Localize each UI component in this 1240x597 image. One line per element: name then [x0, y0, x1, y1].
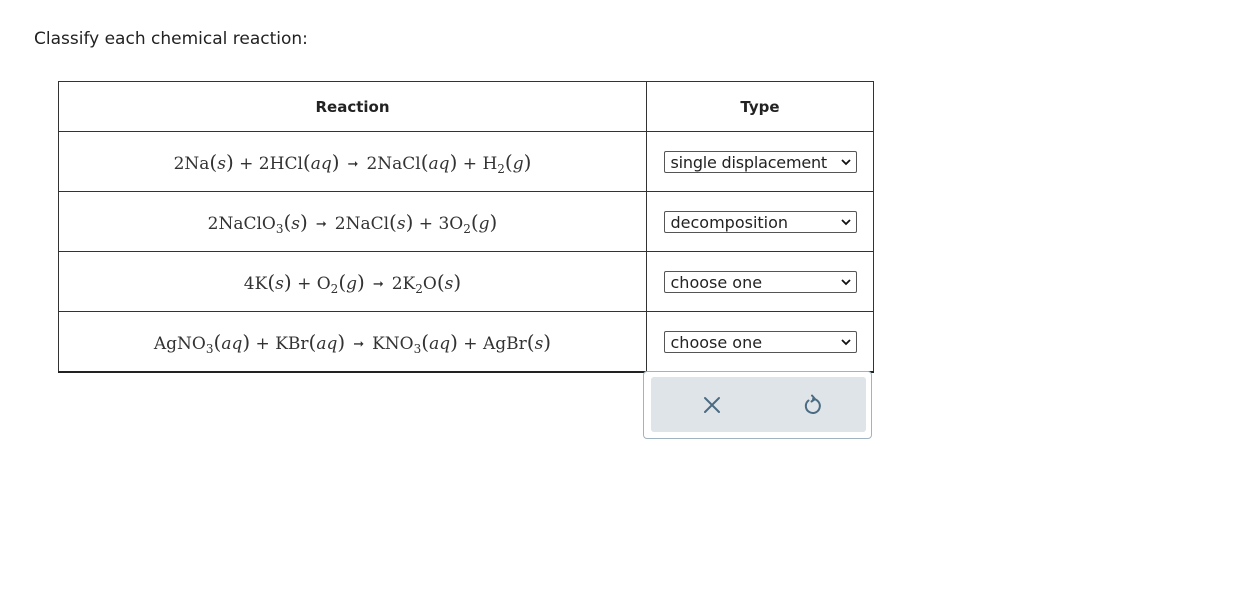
reaction-type-select[interactable]: decomposition [663, 210, 857, 233]
reaction-cell: 2Na(s) + 2HCl(aq) ➞ 2NaCl(aq) + H2(g) [58, 131, 647, 192]
reaction-equation: 4K(s) + O2(g) ➞ 2K2O(s) [243, 269, 462, 296]
reaction-equation: 2NaClO3(s) ➞ 2NaCl(s) + 3O2(g) [207, 209, 498, 236]
type-cell: single displacement [646, 131, 874, 192]
undo-button[interactable] [798, 390, 828, 420]
action-bar [651, 377, 866, 432]
x-icon [704, 397, 720, 413]
type-cell: choose one [646, 311, 874, 373]
table-row: 4K(s) + O2(g) ➞ 2K2O(s) choose one [58, 251, 874, 312]
chevron-down-icon [840, 218, 851, 225]
column-header-reaction: Reaction [58, 81, 647, 132]
table-row: 2Na(s) + 2HCl(aq) ➞ 2NaCl(aq) + H2(g) sing… [58, 131, 874, 192]
reaction-cell: 4K(s) + O2(g) ➞ 2K2O(s) [58, 251, 647, 312]
reaction-type-select[interactable]: single displacement [663, 150, 857, 173]
answer-action-panel [643, 371, 872, 439]
reaction-type-value: choose one [670, 332, 763, 352]
undo-icon [804, 394, 821, 414]
column-header-type: Type [646, 81, 874, 132]
clear-button[interactable] [697, 390, 727, 420]
chevron-down-icon [840, 338, 851, 345]
reaction-type-select[interactable]: choose one [663, 270, 857, 293]
reaction-type-select[interactable]: choose one [663, 330, 857, 353]
reaction-equation: AgNO3(aq) + KBr(aq) ➞ KNO3(aq) + AgBr(s) [153, 329, 552, 356]
question-prompt: Classify each chemical reaction: [34, 29, 308, 49]
table-header-row: Reaction Type [58, 81, 874, 132]
reaction-equation: 2Na(s) + 2HCl(aq) ➞ 2NaCl(aq) + H2(g) [173, 149, 532, 176]
reaction-type-value: decomposition [670, 212, 789, 232]
reaction-table: Reaction Type 2Na(s) + 2HCl(aq) ➞ 2NaCl(aq… [58, 81, 874, 373]
reaction-cell: AgNO3(aq) + KBr(aq) ➞ KNO3(aq) + AgBr(s) [58, 311, 647, 373]
reaction-cell: 2NaClO3(s) ➞ 2NaCl(s) + 3O2(g) [58, 191, 647, 252]
type-cell: choose one [646, 251, 874, 312]
reaction-type-value: choose one [670, 272, 763, 292]
type-cell: decomposition [646, 191, 874, 252]
chevron-down-icon [840, 158, 851, 165]
table-row: 2NaClO3(s) ➞ 2NaCl(s) + 3O2(g) decompositi… [58, 191, 874, 252]
chevron-down-icon [840, 278, 851, 285]
reaction-type-value: single displacement [670, 152, 828, 172]
table-row: AgNO3(aq) + KBr(aq) ➞ KNO3(aq) + AgBr(s) c… [58, 311, 874, 373]
